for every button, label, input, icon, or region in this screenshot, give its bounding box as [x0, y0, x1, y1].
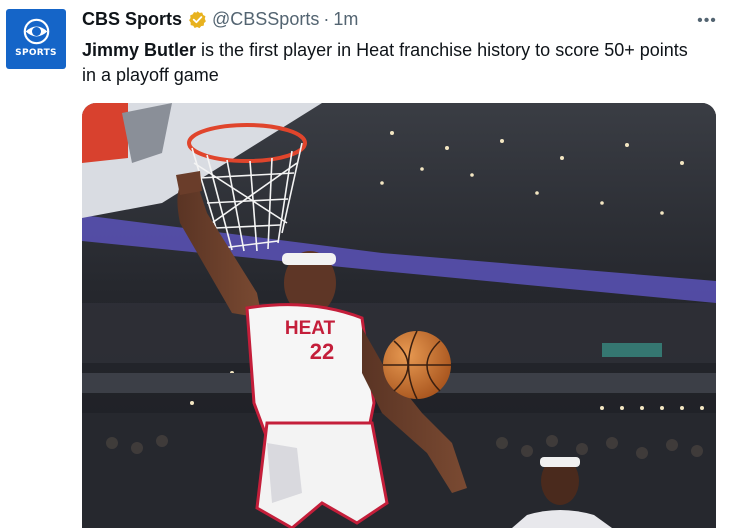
- timestamp[interactable]: 1m: [333, 9, 358, 30]
- crowd-lower: [82, 413, 716, 528]
- opponent-headband: [540, 457, 580, 467]
- separator-dot: ·: [323, 9, 330, 29]
- more-options-button[interactable]: •••: [694, 12, 720, 30]
- tweet-media-photo[interactable]: HEAT 22: [82, 103, 716, 528]
- basketball-dunk-photo: HEAT 22: [82, 103, 716, 528]
- tweet-text-bold: Jimmy Butler: [82, 40, 197, 60]
- avatar-label: SPORTS: [15, 48, 57, 58]
- author-handle[interactable]: @CBSSports: [212, 9, 319, 30]
- jersey-number-text: 22: [310, 339, 334, 364]
- verified-badge-icon: [189, 11, 206, 29]
- display-name[interactable]: CBS Sports: [82, 9, 182, 30]
- more-icon: •••: [697, 12, 717, 29]
- backboard-padding: [82, 103, 128, 163]
- tweet-text: Jimmy Butler is the first player in Heat…: [82, 38, 702, 88]
- tweet-header: CBS Sports @CBSSports · 1m: [82, 9, 358, 30]
- tweet-card: SPORTS CBS Sports @CBSSports · 1m ••• Ji…: [0, 0, 733, 528]
- cbs-eye-icon: [23, 18, 49, 45]
- player-headband: [282, 253, 336, 265]
- jersey-team-text: HEAT: [285, 318, 336, 339]
- player-knee-pad: [267, 443, 302, 503]
- arena-screen: [602, 343, 662, 357]
- avatar[interactable]: SPORTS: [6, 9, 66, 69]
- player-hand: [176, 171, 202, 195]
